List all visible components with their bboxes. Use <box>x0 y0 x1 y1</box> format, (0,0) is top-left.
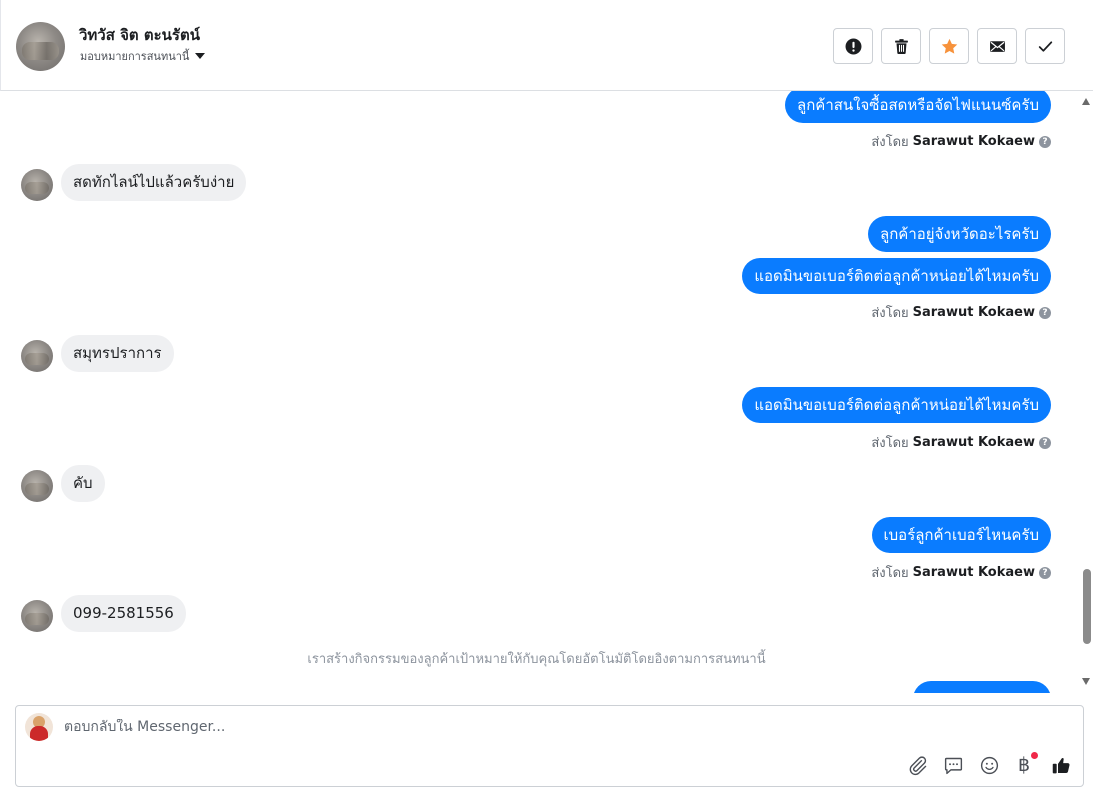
scrollbar-thumb[interactable] <box>1083 569 1091 644</box>
emoji-button[interactable] <box>977 753 1001 777</box>
baht-payment-icon: ฿ <box>1017 754 1031 776</box>
contact-avatar-small <box>21 340 53 372</box>
incoming-message[interactable]: 099-2581556 <box>61 595 186 632</box>
help-icon[interactable]: ? <box>1039 135 1051 148</box>
thumbs-up-icon <box>1052 757 1070 773</box>
caret-down-icon <box>195 53 206 59</box>
delete-button[interactable] <box>881 28 921 64</box>
scroll-down-arrow[interactable] <box>1082 678 1090 685</box>
sent-by-prefix: ส่งโดย <box>871 566 909 581</box>
star-icon <box>941 38 957 54</box>
sent-by-prefix: ส่งโดย <box>871 306 909 321</box>
assign-conversation-dropdown[interactable]: มอบหมายการสนทนานี้ <box>80 47 206 65</box>
sent-by-line: ส่งโดย Sarawut Kokaew ? <box>871 432 1051 453</box>
sent-by-agent: Sarawut Kokaew <box>912 134 1035 149</box>
help-icon[interactable]: ? <box>1039 306 1051 319</box>
reply-composer: ฿ <box>15 705 1084 787</box>
mark-done-button[interactable] <box>1025 28 1065 64</box>
exclamation-circle-icon <box>845 38 861 54</box>
system-note: เราสร้างกิจกรรมของลูกค้าเป้าหมายให้กับคุ… <box>307 652 766 667</box>
sent-by-agent: Sarawut Kokaew <box>912 435 1035 450</box>
incoming-message[interactable]: สดทักไลน์ไปแล้วครับง่าย <box>61 164 247 201</box>
check-icon <box>1038 40 1052 52</box>
outgoing-message[interactable]: ลูกค้าอยู่จังหวัดอะไรครับ <box>868 216 1051 252</box>
sent-by-line: ส่งโดย Sarawut Kokaew ? <box>871 302 1051 323</box>
scroll-up-arrow[interactable] <box>1082 98 1090 105</box>
sent-by-line: ส่งโดย Sarawut Kokaew ? <box>871 131 1051 152</box>
paperclip-icon <box>909 755 926 775</box>
message-thread[interactable]: ลูกค้าสนใจซื้อสดหรือจัดไฟแนนซ์ครับ ส่งโด… <box>0 91 1093 693</box>
contact-name[interactable]: วิทวัส จิต ตะนรัตน์ <box>79 23 200 47</box>
attach-button[interactable] <box>905 753 929 777</box>
sent-by-line: ส่งโดย Sarawut Kokaew ? <box>871 562 1051 583</box>
contact-avatar-small <box>21 470 53 502</box>
contact-avatar-small <box>21 600 53 632</box>
sent-by-prefix: ส่งโดย <box>871 436 909 451</box>
sent-by-agent: Sarawut Kokaew <box>912 565 1035 580</box>
mark-unread-button[interactable] <box>977 28 1017 64</box>
outgoing-message[interactable]: แอดมินขอเบอร์ติดต่อลูกค้าหน่อยได้ไหมครับ <box>742 258 1051 294</box>
star-button[interactable] <box>929 28 969 64</box>
conversation-header: วิทวัส จิต ตะนรัตน์ มอบหมายการสนทนานี้ <box>0 0 1093 91</box>
spam-button[interactable] <box>833 28 873 64</box>
sent-by-agent: Sarawut Kokaew <box>912 305 1035 320</box>
trash-icon <box>894 38 908 54</box>
outgoing-message[interactable]: แอดมินขอเบอร์ติดต่อลูกค้าหน่อยได้ไหมครับ <box>742 387 1051 423</box>
outgoing-message[interactable]: เบอร์ลูกค้าเบอร์ไหนครับ <box>871 517 1051 553</box>
incoming-message[interactable]: สมุทรปราการ <box>61 335 174 372</box>
like-button[interactable] <box>1049 753 1073 777</box>
outgoing-message[interactable]: ลูกค้าสนใจซื้อสดหรือจัดไฟแนนซ์ครับ <box>785 91 1051 123</box>
contact-avatar-small <box>21 169 53 201</box>
help-icon[interactable]: ? <box>1039 436 1051 449</box>
saved-reply-icon <box>944 757 962 774</box>
incoming-message[interactable]: คับ <box>61 465 105 502</box>
payment-button[interactable]: ฿ <box>1012 752 1038 777</box>
help-icon[interactable]: ? <box>1039 566 1051 579</box>
contact-avatar[interactable] <box>16 22 65 71</box>
saved-replies-button[interactable] <box>941 753 965 777</box>
outgoing-message-partial[interactable] <box>913 681 1051 693</box>
emoji-icon <box>980 756 998 774</box>
assign-label: มอบหมายการสนทนานี้ <box>80 50 190 63</box>
envelope-icon <box>989 40 1005 52</box>
notification-dot <box>1031 752 1038 759</box>
page-avatar <box>25 713 53 741</box>
reply-input[interactable] <box>64 719 664 735</box>
sent-by-prefix: ส่งโดย <box>871 135 909 150</box>
